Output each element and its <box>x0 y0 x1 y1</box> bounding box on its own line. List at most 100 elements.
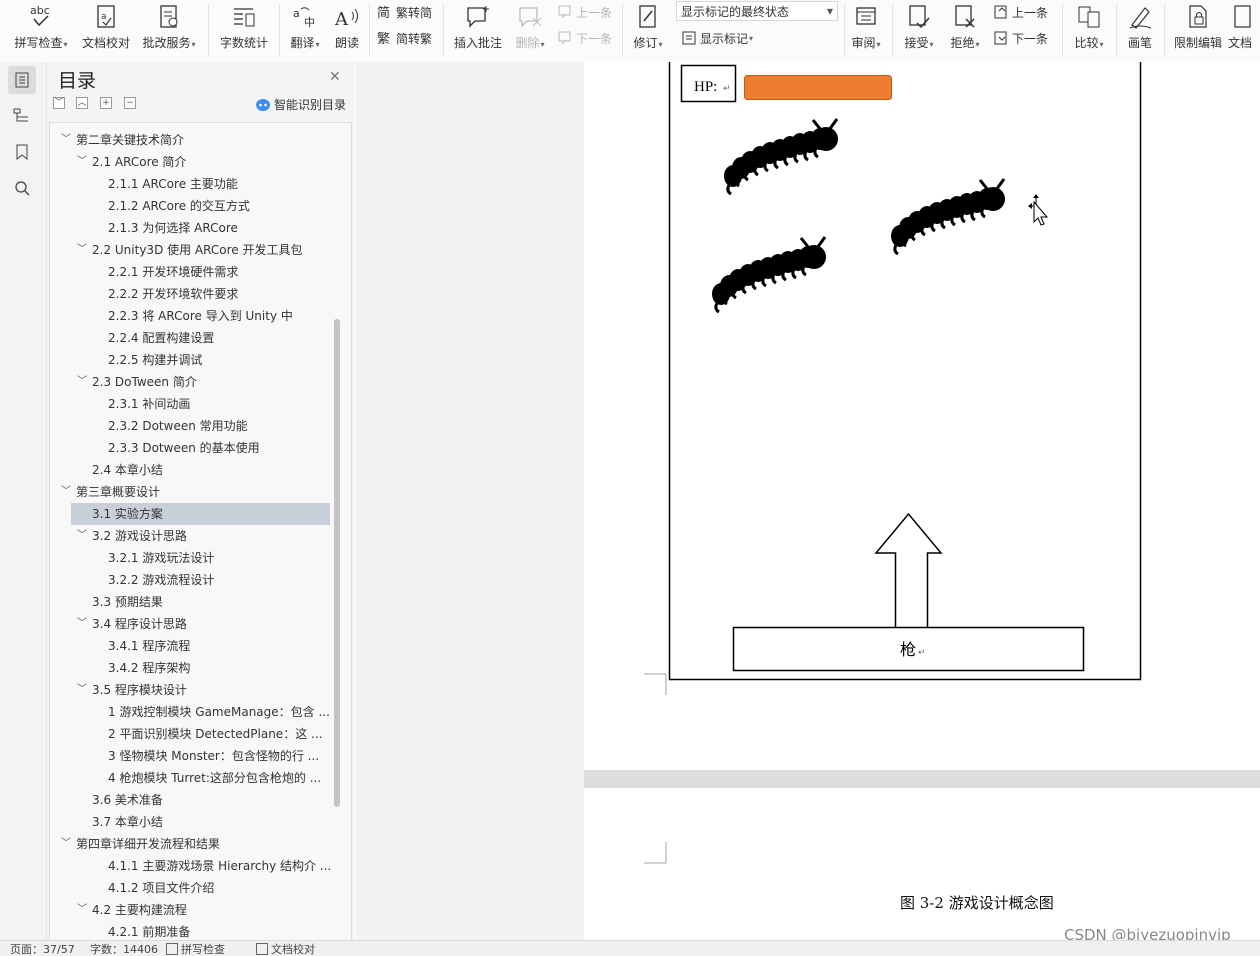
spell-check-button[interactable]: abc 拼写检查▾ <box>10 0 72 60</box>
toc-item[interactable]: 3.1 实验方案 <box>71 503 330 525</box>
chevron-down-icon[interactable]: ﹀ <box>60 481 72 503</box>
toc-item[interactable]: 2.2.5 构建并调试 <box>50 349 330 371</box>
show-markup-button[interactable]: 显示标记 ▾ <box>680 29 753 47</box>
toc-item[interactable]: 2.2.3 将 ARCore 导入到 Unity 中 <box>50 305 330 327</box>
to-traditional-button[interactable]: 简 繁转简 <box>376 3 432 21</box>
chevron-down-icon[interactable]: ﹀ <box>76 151 88 173</box>
remove-heading-icon[interactable]: − <box>124 97 136 109</box>
collapse-all-icon[interactable]: ﹀ <box>53 97 65 109</box>
toc-item[interactable]: 2.1.2 ARCore 的交互方式 <box>50 195 330 217</box>
revise-button[interactable]: 修订▾ <box>628 0 668 60</box>
word-count-button[interactable]: 字数统计 <box>216 0 272 60</box>
chevron-down-icon[interactable]: ﹀ <box>76 899 88 921</box>
reject-icon <box>950 4 980 30</box>
toc-item[interactable]: 3.4.2 程序架构 <box>50 657 330 679</box>
to-simplified-button[interactable]: 繁 简转繁 <box>376 29 432 47</box>
next-change-button[interactable]: 下一条 <box>992 29 1048 47</box>
document-page[interactable]: 图 3-2 游戏设计概念图 <box>584 788 1260 940</box>
toc-item[interactable]: 2.4 本章小结 <box>50 459 330 481</box>
toc-item-label: 2.3.3 Dotween 的基本使用 <box>108 441 260 455</box>
toc-item[interactable]: ﹀ 2.3 DoTween 简介 <box>50 371 330 393</box>
toc-item[interactable]: 2.2.2 开发环境软件要求 <box>50 283 330 305</box>
add-heading-icon[interactable]: + <box>100 97 112 109</box>
toc-item[interactable]: 2.3.1 补间动画 <box>50 393 330 415</box>
toc-item[interactable]: ﹀ 2.2 Unity3D 使用 ARCore 开发工具包 <box>50 239 330 261</box>
insert-comment-button[interactable]: 插入批注 <box>450 0 506 60</box>
doc-more-button[interactable]: 文档 <box>1228 0 1260 60</box>
page-indicator[interactable]: 页面：37/57 <box>10 941 75 956</box>
toc-panel-icon[interactable] <box>8 66 36 94</box>
review-service-button[interactable]: 批改服务▾ <box>138 0 200 60</box>
review-button[interactable]: 审阅▾ <box>846 0 886 60</box>
accept-button[interactable]: 接受▾ <box>898 0 940 60</box>
outline-icon[interactable] <box>8 102 36 130</box>
translate-button[interactable]: a中 翻译▾ <box>284 0 326 60</box>
prev-comment-button[interactable]: 上一条 <box>556 3 612 21</box>
smart-toc-button[interactable]: 智能识别目录 <box>255 96 346 113</box>
prev-change-button[interactable]: 上一条 <box>992 3 1048 21</box>
toc-item[interactable]: ﹀ 3.4 程序设计思路 <box>50 613 330 635</box>
word-count-indicator[interactable]: 字数：14406 <box>90 941 158 956</box>
toc-item[interactable]: ﹀ 4.2 主要构建流程 <box>50 899 330 921</box>
pen-button[interactable]: 画笔 <box>1122 0 1158 60</box>
close-icon[interactable]: ✕ <box>329 69 341 85</box>
toc-item[interactable]: 2.3.3 Dotween 的基本使用 <box>50 437 330 459</box>
toc-item[interactable]: ﹀ 3.2 游戏设计思路 <box>50 525 330 547</box>
toc-item[interactable]: ﹀ 第二章关键技术简介 <box>50 129 330 151</box>
toc-item[interactable]: 3 怪物模块 Monster：包含怪物的行 ... <box>50 745 330 767</box>
chevron-down-icon[interactable]: ﹀ <box>76 239 88 261</box>
toc-item[interactable]: 1 游戏控制模块 GameManage：包含 ... <box>50 701 330 723</box>
toc-item[interactable]: 4.1.1 主要游戏场景 Hierarchy 结构介 ... <box>50 855 330 877</box>
chevron-down-icon[interactable]: ﹀ <box>76 679 88 701</box>
delete-comment-button[interactable]: 删除▾ <box>510 0 550 60</box>
toc-item-label: 3.5 程序模块设计 <box>92 683 187 697</box>
chevron-down-icon[interactable]: ﹀ <box>76 613 88 635</box>
search-icon[interactable] <box>8 174 36 202</box>
toc-item[interactable]: 2.2.1 开发环境硬件需求 <box>50 261 330 283</box>
reject-button[interactable]: 拒绝▾ <box>944 0 986 60</box>
toc-item[interactable]: 3.2.2 游戏流程设计 <box>50 569 330 591</box>
toc-scrollbar[interactable] <box>334 319 340 807</box>
word-count-label: 字数统计 <box>219 36 268 50</box>
svg-text:a: a <box>101 12 107 22</box>
restrict-edit-button[interactable]: 限制编辑 <box>1170 0 1226 60</box>
expand-up-icon[interactable]: ︿ <box>76 97 88 109</box>
bookmark-icon[interactable] <box>8 138 36 166</box>
toc-item[interactable]: 2.3.2 Dotween 常用功能 <box>50 415 330 437</box>
prev-change-label: 上一条 <box>1012 5 1049 20</box>
toc-item[interactable]: 4.1.2 项目文件介绍 <box>50 877 330 899</box>
chevron-down-icon[interactable]: ﹀ <box>76 371 88 393</box>
chevron-down-icon[interactable]: ﹀ <box>60 129 72 151</box>
compare-button[interactable]: 比较▾ <box>1068 0 1110 60</box>
toc-item[interactable]: 3.4.1 程序流程 <box>50 635 330 657</box>
insert-comment-label: 插入批注 <box>453 36 502 50</box>
markup-state-value: 显示标记的最终状态 <box>681 5 790 19</box>
markup-state-select[interactable]: 显示标记的最终状态 ▼ <box>676 1 838 21</box>
status-doc-check[interactable]: 文档校对 <box>256 941 315 956</box>
toc-item[interactable]: 2.1.1 ARCore 主要功能 <box>50 173 330 195</box>
svg-text:A: A <box>334 9 349 30</box>
doc-check-button[interactable]: a 文档校对 <box>78 0 134 60</box>
next-comment-button[interactable]: 下一条 <box>556 29 612 47</box>
toc-item[interactable]: 2 平面识别模块 DetectedPlane：这 ... <box>50 723 330 745</box>
toc-item[interactable]: ﹀ 3.5 程序模块设计 <box>50 679 330 701</box>
next-comment-icon <box>556 29 574 47</box>
toc-item[interactable]: 2.1.3 为何选择 ARCore <box>50 217 330 239</box>
toc-item[interactable]: ﹀ 第三章概要设计 <box>50 481 330 503</box>
toc-item[interactable]: ﹀ 第四章详细开发流程和结果 <box>50 833 330 855</box>
chevron-down-icon[interactable]: ﹀ <box>76 525 88 547</box>
toc-item[interactable]: 3.7 本章小结 <box>50 811 330 833</box>
document-page[interactable]: HP: ↵ 枪 ↵ <box>584 62 1260 770</box>
read-aloud-button[interactable]: A 朗读 <box>330 0 364 60</box>
toc-item[interactable]: 3.2.1 游戏玩法设计 <box>50 547 330 569</box>
toc-item[interactable]: 2.2.4 配置构建设置 <box>50 327 330 349</box>
status-spell-check[interactable]: 拼写检查 <box>166 941 225 956</box>
toc-item[interactable]: ﹀ 2.1 ARCore 简介 <box>50 151 330 173</box>
toc-item[interactable]: 3.6 美术准备 <box>50 789 330 811</box>
toc-item-label: 2.1.3 为何选择 ARCore <box>108 221 238 235</box>
toc-item[interactable]: 4 枪炮模块 Turret:这部分包含枪炮的 ... <box>50 767 330 789</box>
toc-item[interactable]: 3.3 预期结果 <box>50 591 330 613</box>
chevron-down-icon[interactable]: ﹀ <box>60 833 72 855</box>
review-service-label: 批改服务 <box>142 36 191 50</box>
toc-item[interactable]: 4.2.1 前期准备 <box>50 921 330 941</box>
